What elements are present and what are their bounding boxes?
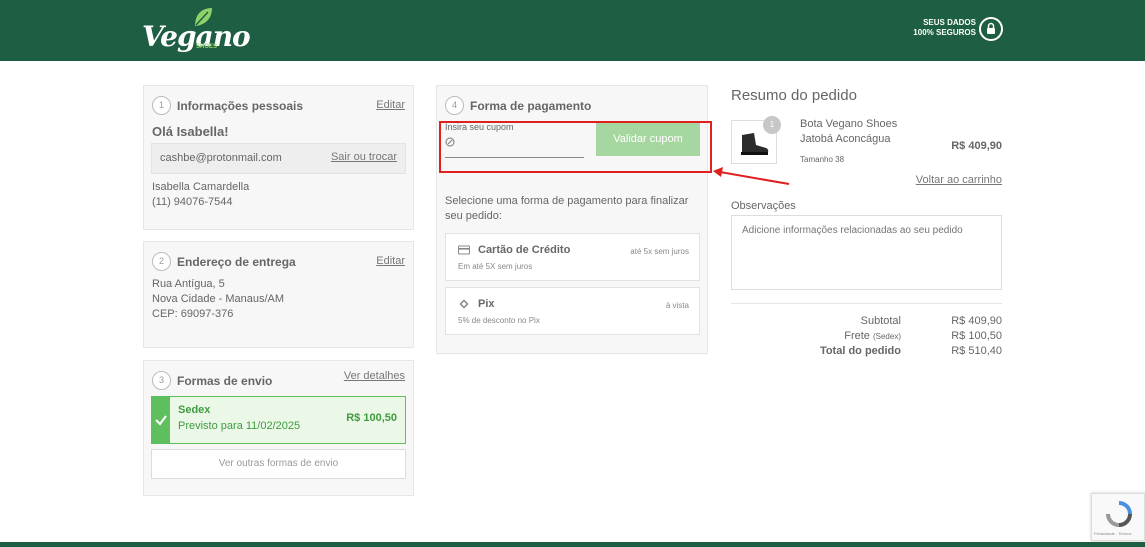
payment-option-pix[interactable]: Pix 5% de desconto no Pix à vista bbox=[445, 287, 700, 335]
step-number: 4 bbox=[445, 96, 464, 115]
payment-instructions: Selecione uma forma de pagamento para fi… bbox=[445, 195, 689, 222]
check-icon bbox=[152, 397, 170, 443]
shipping-details-link[interactable]: Ver detalhes bbox=[344, 370, 405, 382]
credit-card-icon bbox=[458, 245, 470, 255]
card-title: Informações pessoais bbox=[177, 99, 304, 113]
order-summary-title: Resumo do pedido bbox=[731, 87, 857, 104]
subtotal-label: Subtotal bbox=[860, 315, 901, 327]
brand-sub: SHOES bbox=[196, 44, 218, 50]
site-header: Vegano SHOES SEUS DADOS 100% SEGUROS bbox=[0, 0, 1145, 61]
footer-bar bbox=[0, 542, 1145, 547]
shipping-eta: Previsto para 11/02/2025 bbox=[178, 420, 301, 432]
address-line: Rua Antígua, 5 bbox=[152, 278, 225, 290]
shipping-cost-label: Frete (Sedex) bbox=[844, 330, 901, 342]
total-label: Total do pedido bbox=[819, 345, 901, 357]
card-title: Endereço de entrega bbox=[177, 255, 296, 269]
greeting: Olá Isabella! bbox=[152, 124, 229, 139]
brand-logo[interactable]: Vegano SHOES bbox=[142, 6, 251, 54]
payment-option-credit-card[interactable]: Cartão de Crédito Em até 5X sem juros at… bbox=[445, 233, 700, 281]
step-number: 3 bbox=[152, 371, 171, 390]
back-to-cart-link[interactable]: Voltar ao carrinho bbox=[916, 174, 1002, 186]
customer-phone: (11) 94076-7544 bbox=[152, 196, 233, 208]
highlight-box bbox=[439, 121, 712, 173]
card-title: Forma de pagamento bbox=[470, 99, 592, 113]
step-number: 2 bbox=[152, 252, 171, 271]
payment-option-title: Cartão de Crédito bbox=[478, 244, 571, 256]
recaptcha-text[interactable]: Privacidade - Termos bbox=[1094, 531, 1132, 536]
subtotal-value: R$ 409,90 bbox=[951, 315, 1002, 327]
payment-option-title: Pix bbox=[478, 298, 495, 310]
shipping-price: R$ 100,50 bbox=[346, 412, 397, 424]
edit-address-link[interactable]: Editar bbox=[376, 255, 405, 267]
email-box: cashbe@protonmail.com Sair ou trocar bbox=[151, 143, 406, 174]
notes-label: Observações bbox=[731, 200, 796, 212]
step-number: 1 bbox=[152, 96, 171, 115]
shipping-cost-method: (Sedex) bbox=[872, 332, 901, 341]
shipping-cost-label-text: Frete bbox=[844, 330, 870, 342]
item-quantity-badge: 1 bbox=[763, 116, 781, 134]
shipping-cost-value: R$ 100,50 bbox=[951, 330, 1002, 342]
product-name: Bota Vegano Shoes bbox=[800, 118, 898, 130]
personal-info-card: 1 Informações pessoais Editar Olá Isabel… bbox=[143, 85, 414, 230]
notes-textarea[interactable] bbox=[731, 215, 1002, 290]
total-value: R$ 510,40 bbox=[951, 345, 1002, 357]
address-line: Nova Cidade - Manaus/AM bbox=[152, 293, 285, 305]
shipping-card: 3 Formas de envio Ver detalhes Sedex Pre… bbox=[143, 360, 414, 496]
secure-line-2: 100% SEGUROS bbox=[913, 28, 976, 37]
secure-data-badge: SEUS DADOS 100% SEGUROS bbox=[912, 18, 976, 38]
recaptcha-badge[interactable]: Privacidade - Termos bbox=[1091, 493, 1145, 541]
secure-line-1: SEUS DADOS bbox=[923, 18, 976, 27]
address-line: CEP: 69097-376 bbox=[152, 308, 234, 320]
annotation-arrow bbox=[713, 167, 790, 185]
email-value: cashbe@protonmail.com bbox=[160, 152, 282, 164]
customer-name: Isabella Camardella bbox=[152, 181, 250, 193]
lock-icon bbox=[979, 17, 1003, 41]
recaptcha-icon bbox=[1106, 501, 1132, 527]
selected-shipping-option[interactable]: Sedex Previsto para 11/02/2025 R$ 100,50 bbox=[151, 396, 406, 444]
payment-option-sub: 5% de desconto no Pix bbox=[458, 316, 540, 325]
product-size: Tamanho 38 bbox=[800, 155, 845, 164]
address-card: 2 Endereço de entrega Editar Rua Antígua… bbox=[143, 241, 414, 348]
pix-icon bbox=[459, 299, 469, 309]
card-title: Formas de envio bbox=[177, 374, 273, 388]
payment-option-sub: Em até 5X sem juros bbox=[458, 262, 533, 271]
product-price: R$ 409,90 bbox=[951, 140, 1002, 152]
switch-account-link[interactable]: Sair ou trocar bbox=[331, 151, 397, 163]
edit-personal-link[interactable]: Editar bbox=[376, 99, 405, 111]
payment-option-terms: até 5x sem juros bbox=[630, 247, 689, 256]
other-shipping-button[interactable]: Ver outras formas de envio bbox=[151, 449, 406, 479]
shipping-name: Sedex bbox=[178, 404, 211, 416]
summary-divider bbox=[731, 303, 1002, 304]
product-name: Jatobá Aconcágua bbox=[800, 133, 891, 145]
payment-option-terms: à vista bbox=[665, 301, 689, 310]
